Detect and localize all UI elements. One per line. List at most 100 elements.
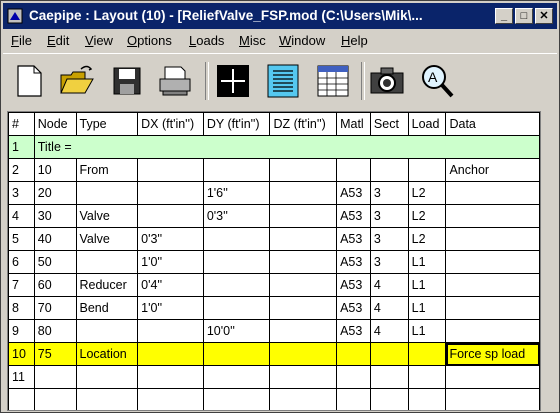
row-number[interactable]: 3 — [8, 181, 35, 205]
menu-loads[interactable]: Loads — [189, 33, 224, 48]
col-header-data[interactable]: Data — [445, 112, 540, 136]
cell-node[interactable] — [33, 365, 77, 389]
cell-dy[interactable] — [202, 296, 271, 320]
cell-data[interactable] — [445, 227, 540, 251]
cell-sect[interactable]: 4 — [369, 296, 409, 320]
row-number[interactable]: 6 — [8, 250, 35, 274]
cell-data[interactable]: Anchor — [445, 158, 540, 182]
cell-dx[interactable]: 0'4'' — [137, 273, 204, 297]
layout-grid-icon[interactable] — [215, 63, 251, 99]
cell-node[interactable]: 10 — [33, 158, 77, 182]
open-folder-icon[interactable] — [59, 63, 95, 99]
row-number[interactable]: 9 — [8, 319, 35, 343]
text-list-icon[interactable] — [265, 63, 301, 99]
camera-icon[interactable] — [369, 63, 405, 99]
row-number[interactable] — [8, 388, 35, 410]
cell-sect[interactable] — [369, 342, 409, 366]
cell-dx[interactable]: 0'3'' — [137, 227, 204, 251]
menu-view[interactable]: View — [85, 33, 113, 48]
cell-dz[interactable] — [269, 342, 338, 366]
cell-dz[interactable] — [269, 250, 338, 274]
cell-type[interactable]: Valve — [75, 227, 139, 251]
cell-data[interactable] — [445, 388, 540, 410]
cell-dz[interactable] — [269, 158, 338, 182]
cell-dz[interactable] — [269, 388, 338, 410]
cell-data[interactable] — [445, 273, 540, 297]
cell-dz[interactable] — [269, 296, 338, 320]
row-number[interactable]: 10 — [8, 342, 35, 366]
row-number[interactable]: 7 — [8, 273, 35, 297]
cell-dx[interactable] — [137, 181, 204, 205]
maximize-button[interactable]: □ — [515, 8, 533, 24]
menu-options[interactable]: Options — [127, 33, 172, 48]
cell-matl[interactable]: A53 — [336, 227, 371, 251]
col-header-num[interactable]: # — [8, 112, 35, 136]
cell-matl[interactable]: A53 — [336, 204, 371, 228]
vertical-scrollbar[interactable] — [541, 111, 557, 411]
cell-type[interactable]: Bend — [75, 296, 139, 320]
row-number[interactable]: 11 — [8, 365, 35, 389]
cell-data[interactable] — [445, 319, 540, 343]
col-header-dx[interactable]: DX (ft'in'') — [137, 112, 204, 136]
cell-dx[interactable] — [137, 342, 204, 366]
row-number[interactable]: 2 — [8, 158, 35, 182]
cell-dx[interactable]: 1'0'' — [137, 296, 204, 320]
cell-dy[interactable]: 10'0'' — [202, 319, 271, 343]
cell-dy[interactable] — [202, 273, 271, 297]
cell-data[interactable] — [445, 181, 540, 205]
cell-matl[interactable] — [336, 158, 371, 182]
col-header-type[interactable]: Type — [75, 112, 139, 136]
cell-dx[interactable] — [137, 388, 204, 410]
cell-dy[interactable] — [202, 388, 271, 410]
cell-sect[interactable] — [369, 158, 409, 182]
cell-node[interactable]: 70 — [33, 296, 77, 320]
title-cell[interactable]: Title = — [33, 135, 540, 159]
cell-node[interactable]: 50 — [33, 250, 77, 274]
cell-data[interactable] — [445, 365, 540, 389]
cell-load[interactable] — [407, 365, 447, 389]
cell-matl[interactable] — [336, 388, 371, 410]
cell-sect[interactable]: 3 — [369, 227, 409, 251]
cell-dx[interactable] — [137, 158, 204, 182]
cell-load[interactable] — [407, 158, 447, 182]
cell-type[interactable]: Reducer — [75, 273, 139, 297]
cell-dy[interactable] — [202, 158, 271, 182]
title-bar[interactable]: Caepipe : Layout (10) - [ReliefValve_FSP… — [3, 3, 557, 29]
close-button[interactable]: ✕ — [535, 8, 553, 24]
cell-load[interactable]: L1 — [407, 296, 447, 320]
cell-load[interactable]: L1 — [407, 273, 447, 297]
cell-matl[interactable]: A53 — [336, 273, 371, 297]
cell-type[interactable] — [75, 365, 139, 389]
menu-misc[interactable]: Misc — [239, 33, 266, 48]
col-header-dy[interactable]: DY (ft'in'') — [202, 112, 271, 136]
cell-node[interactable]: 80 — [33, 319, 77, 343]
cell-dx[interactable] — [137, 319, 204, 343]
cell-type[interactable]: From — [75, 158, 139, 182]
cell-sect[interactable]: 3 — [369, 181, 409, 205]
cell-data[interactable] — [445, 250, 540, 274]
row-number[interactable]: 4 — [8, 204, 35, 228]
cell-node[interactable]: 60 — [33, 273, 77, 297]
cell-dz[interactable] — [269, 365, 338, 389]
cell-type[interactable] — [75, 319, 139, 343]
cell-sect[interactable]: 4 — [369, 273, 409, 297]
cell-sect[interactable] — [369, 388, 409, 410]
cell-matl[interactable] — [336, 342, 371, 366]
row-number[interactable]: 5 — [8, 227, 35, 251]
table-icon[interactable] — [315, 63, 351, 99]
zoom-icon[interactable]: A — [419, 63, 455, 99]
cell-dz[interactable] — [269, 227, 338, 251]
menu-edit[interactable]: Edit — [47, 33, 69, 48]
col-header-sect[interactable]: Sect — [369, 112, 409, 136]
cell-matl[interactable]: A53 — [336, 319, 371, 343]
minimize-button[interactable]: _ — [495, 8, 513, 24]
menu-help[interactable]: Help — [341, 33, 368, 48]
cell-node[interactable]: 30 — [33, 204, 77, 228]
print-icon[interactable] — [157, 63, 193, 99]
cell-type[interactable] — [75, 181, 139, 205]
cell-load[interactable] — [407, 388, 447, 410]
cell-dy[interactable] — [202, 227, 271, 251]
cell-data[interactable]: Force sp load — [445, 342, 540, 366]
cell-type[interactable]: Location — [75, 342, 139, 366]
cell-type[interactable]: Valve — [75, 204, 139, 228]
